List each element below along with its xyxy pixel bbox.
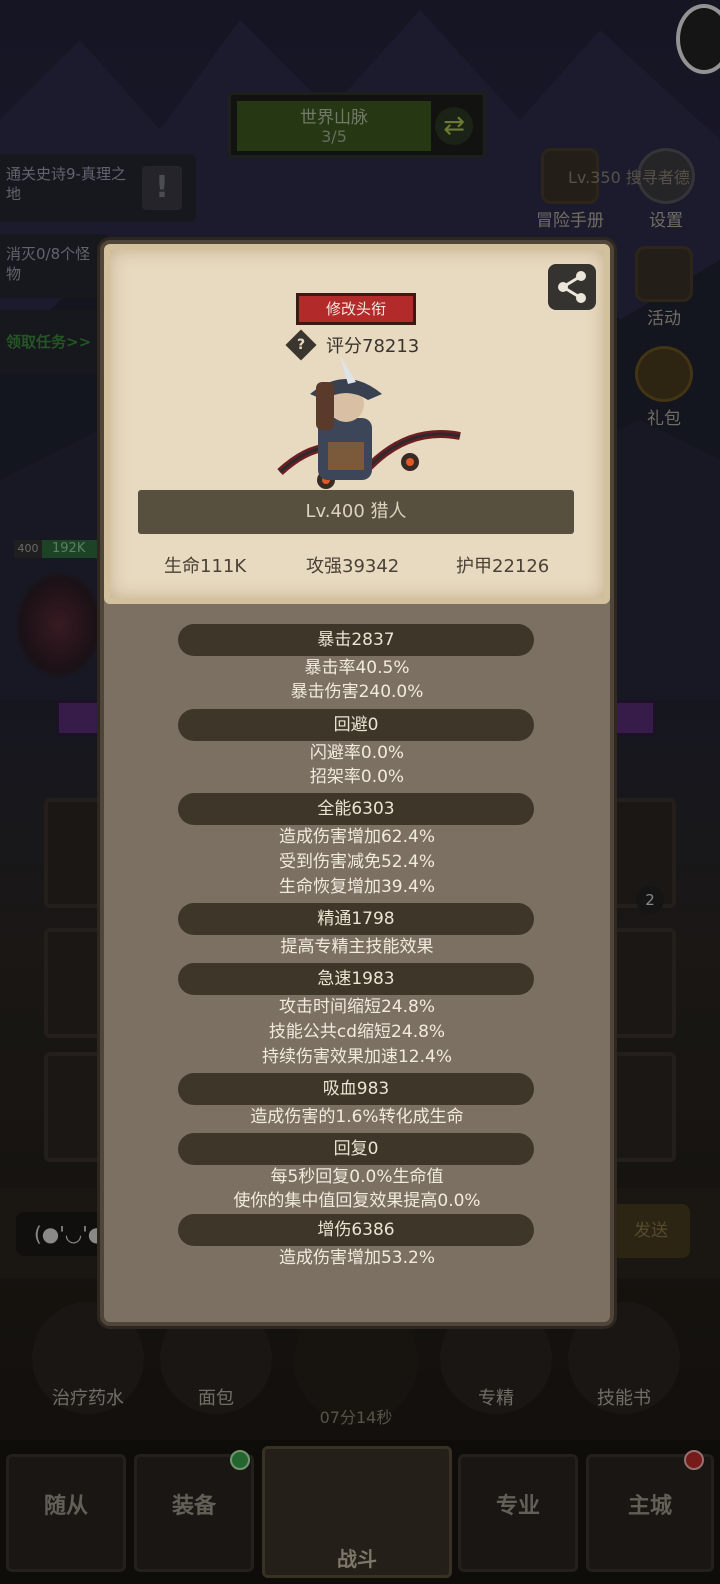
stat-line: 技能公共cd缩短24.8%	[268, 1022, 446, 1042]
stat-line: 造成伤害增加62.4%	[278, 827, 435, 847]
armor-stat: 护甲22126	[456, 556, 550, 577]
stat-line: 暴击伤害240.0%	[290, 682, 424, 702]
attack-power-stat: 攻强39342	[306, 556, 400, 577]
stat-header-crit: 暴击2837	[178, 624, 534, 656]
stat-header-haste: 急速1983	[178, 963, 534, 995]
stat-line: 造成伤害的1.6%转化成生命	[250, 1107, 464, 1127]
hp-stat: 生命111K	[164, 556, 247, 577]
stat-line: 受到伤害减免52.4%	[278, 852, 435, 872]
stat-line: 攻击时间缩短24.8%	[278, 997, 435, 1017]
stat-line: 招架率0.0%	[309, 767, 405, 787]
stat-line: 每5秒回复0.0%生命值	[270, 1167, 444, 1187]
stat-line: 暴击率40.5%	[304, 658, 410, 678]
change-title-button[interactable]: 修改头衔	[296, 293, 416, 325]
stat-line: 生命恢复增加39.4%	[278, 877, 435, 897]
level-class-text: Lv.400 猎人	[305, 501, 407, 522]
hunter-character-sprite	[277, 356, 461, 489]
stat-line: 造成伤害增加53.2%	[278, 1248, 435, 1268]
stat-header-leech: 吸血983	[178, 1073, 534, 1105]
stat-line: 持续伤害效果加速12.4%	[261, 1047, 452, 1067]
level-class-banner: Lv.400 猎人	[138, 490, 574, 534]
share-icon	[558, 271, 586, 303]
stat-line: 提高专精主技能效果	[280, 937, 434, 957]
stat-line: 使你的集中值回复效果提高0.0%	[233, 1191, 481, 1211]
stat-header-mastery: 精通1798	[178, 903, 534, 935]
score-value: 评分78213	[326, 336, 420, 357]
stat-header-regen: 回复0	[178, 1133, 534, 1165]
stat-header-avoidance: 回避0	[178, 709, 534, 741]
stat-line: 闪避率0.0%	[309, 743, 405, 763]
share-button[interactable]	[548, 264, 596, 310]
stat-header-damage-bonus: 增伤6386	[178, 1214, 534, 1246]
stat-header-versatility: 全能6303	[178, 793, 534, 825]
